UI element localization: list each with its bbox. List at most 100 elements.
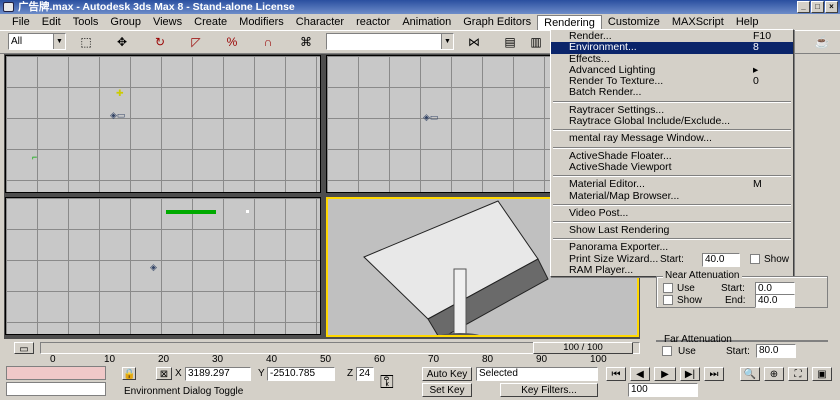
angle-snap-icon[interactable]: % bbox=[222, 33, 242, 52]
near-end-field[interactable]: 40.0 bbox=[755, 294, 795, 308]
menu-tools[interactable]: Tools bbox=[67, 14, 105, 30]
ruler-tick-label: 10 bbox=[104, 354, 116, 365]
named-selection-dropdown[interactable]: ▼ bbox=[326, 33, 454, 50]
ruler-tick-label: 100 bbox=[590, 354, 607, 365]
time-slider[interactable]: 100 / 100 bbox=[40, 342, 640, 354]
play-icon[interactable]: ▶ bbox=[654, 367, 676, 381]
maximize-viewport-icon[interactable]: ▣ bbox=[812, 367, 832, 381]
menu-item-label: Batch Render... bbox=[569, 86, 642, 99]
near-use-checkbox[interactable] bbox=[663, 283, 673, 293]
menu-item-label: Material Editor... bbox=[569, 178, 645, 191]
z-coordinate-field[interactable]: 24 bbox=[356, 367, 374, 381]
edit-named-selection-icon[interactable]: ⌘ bbox=[296, 33, 316, 52]
minimize-button[interactable]: _ bbox=[797, 1, 810, 13]
y-coordinate-field[interactable]: -2510.785 bbox=[267, 367, 335, 381]
far-use-checkbox[interactable] bbox=[662, 346, 672, 356]
menu-customize[interactable]: Customize bbox=[602, 14, 666, 30]
spinner-snap-icon[interactable]: ∩ bbox=[258, 33, 278, 52]
menu-item-label: Environment... bbox=[569, 41, 637, 54]
time-slider-thumb[interactable]: 100 / 100 bbox=[533, 342, 633, 354]
set-key-button[interactable]: Set Key bbox=[422, 383, 472, 397]
ruler-tick-label: 20 bbox=[158, 354, 170, 365]
align-icon[interactable]: ▤ bbox=[500, 33, 520, 52]
camera-icon: ◈ bbox=[150, 262, 157, 272]
selection-filter-dropdown[interactable]: All ▼ bbox=[8, 33, 66, 50]
select-object-icon[interactable]: ⬚ bbox=[76, 33, 96, 52]
zoom-icon[interactable]: 🔍 bbox=[740, 367, 760, 381]
menu-item-label: Effects... bbox=[569, 52, 610, 65]
show-checkbox[interactable] bbox=[750, 254, 760, 264]
current-frame-field[interactable]: 100 bbox=[628, 383, 698, 397]
auto-key-button[interactable]: Auto Key bbox=[422, 367, 472, 381]
ruler-tick-label: 40 bbox=[266, 354, 278, 365]
menu-item-label: Video Post... bbox=[569, 206, 629, 219]
menu-rendering[interactable]: Rendering bbox=[537, 14, 602, 30]
menu-group[interactable]: Group bbox=[104, 14, 147, 30]
menu-bar: File Edit Tools Group Views Create Modif… bbox=[0, 14, 840, 30]
ruler-tick-label: 70 bbox=[428, 354, 440, 365]
time-config-button[interactable]: ▭ bbox=[14, 342, 34, 355]
select-move-icon[interactable]: ✥ bbox=[112, 33, 132, 52]
lock-selection-icon[interactable]: 🔒 bbox=[122, 367, 136, 380]
prompt-line: Environment Dialog Toggle bbox=[124, 386, 244, 397]
select-scale-icon[interactable]: ◸ bbox=[186, 33, 206, 52]
menu-edit[interactable]: Edit bbox=[36, 14, 67, 30]
menu-reactor[interactable]: reactor bbox=[350, 14, 396, 30]
app-icon bbox=[3, 2, 14, 12]
frame-ruler: 0 10 20 30 40 50 60 70 80 90 100 bbox=[40, 354, 640, 366]
maxscript-output[interactable] bbox=[6, 382, 106, 396]
zoom-extents-icon[interactable]: ⛶ bbox=[788, 367, 808, 381]
menu-graph-editors[interactable]: Graph Editors bbox=[457, 14, 537, 30]
zoom-all-icon[interactable]: ⊕ bbox=[764, 367, 784, 381]
quick-render-icon[interactable]: ☕ bbox=[812, 33, 832, 52]
menu-file[interactable]: File bbox=[6, 14, 36, 30]
close-button[interactable]: × bbox=[825, 1, 838, 13]
absolute-mode-icon[interactable]: ⊠ bbox=[156, 367, 172, 380]
maxscript-listener[interactable] bbox=[6, 366, 106, 380]
menu-animation[interactable]: Animation bbox=[396, 14, 457, 30]
chevron-down-icon: ▼ bbox=[441, 34, 453, 49]
select-rotate-icon[interactable]: ↻ bbox=[150, 33, 170, 52]
maximize-button[interactable]: □ bbox=[811, 1, 824, 13]
light-icon: ✚ bbox=[116, 88, 124, 98]
mirror-icon[interactable]: ⋈ bbox=[464, 33, 484, 52]
command-panel: Start: 40.0 Show Near Attenuation Use St… bbox=[640, 54, 840, 342]
start-field[interactable]: 40.0 bbox=[702, 253, 740, 267]
key-filters-button[interactable]: Key Filters... bbox=[500, 383, 598, 397]
goto-start-icon[interactable]: ⏮ bbox=[606, 367, 626, 381]
far-start-field[interactable]: 80.0 bbox=[756, 344, 796, 358]
menu-maxscript[interactable]: MAXScript bbox=[666, 14, 730, 30]
menu-create[interactable]: Create bbox=[188, 14, 233, 30]
menu-modifiers[interactable]: Modifiers bbox=[233, 14, 290, 30]
viewport-top[interactable]: ⌐ ◈▭ ✚ bbox=[5, 55, 321, 193]
menu-item-label: RAM Player... bbox=[569, 264, 634, 277]
camera-icon: ◈▭ bbox=[423, 112, 439, 122]
ruler-tick-label: 0 bbox=[50, 354, 56, 365]
camera-icon: ◈▭ bbox=[110, 110, 126, 120]
chevron-down-icon: ▼ bbox=[53, 34, 65, 49]
window-title: 广告牌.max - Autodesk 3ds Max 8 - Stand-alo… bbox=[18, 1, 295, 13]
menu-item-label: Render... bbox=[569, 30, 612, 42]
next-frame-icon[interactable]: ▶| bbox=[680, 367, 700, 381]
menu-character[interactable]: Character bbox=[290, 14, 350, 30]
viewports-area: ⌐ ◈▭ ✚ ◈▭ ◈ bbox=[4, 54, 640, 339]
viewport-left[interactable]: ◈ bbox=[5, 197, 321, 335]
near-attenuation-group: Near Attenuation Use Start: 0.0 Show End… bbox=[656, 270, 828, 308]
ruler-tick-label: 60 bbox=[374, 354, 386, 365]
title-bar: 广告牌.max - Autodesk 3ds Max 8 - Stand-alo… bbox=[0, 0, 840, 14]
menu-views[interactable]: Views bbox=[147, 14, 188, 30]
layer-manager-icon[interactable]: ▥ bbox=[526, 33, 546, 52]
axis-tripod-icon: ⌐ bbox=[32, 152, 38, 162]
key-mode-dropdown[interactable]: Selected bbox=[476, 367, 598, 381]
ruler-tick-label: 50 bbox=[320, 354, 332, 365]
prev-frame-icon[interactable]: ◀ bbox=[630, 367, 650, 381]
near-show-checkbox[interactable] bbox=[663, 295, 673, 305]
start-label: Start: bbox=[660, 254, 684, 265]
menu-help[interactable]: Help bbox=[730, 14, 765, 30]
x-coordinate-field[interactable]: 3189.297 bbox=[185, 367, 251, 381]
key-icon: ⚿ bbox=[380, 372, 394, 392]
status-bar: 🔒 ⊠ X 3189.297 Y -2510.785 Z 24 Environm… bbox=[0, 366, 840, 400]
ruler-tick-label: 30 bbox=[212, 354, 224, 365]
ruler-tick-label: 80 bbox=[482, 354, 494, 365]
goto-end-icon[interactable]: ⏭ bbox=[704, 367, 724, 381]
